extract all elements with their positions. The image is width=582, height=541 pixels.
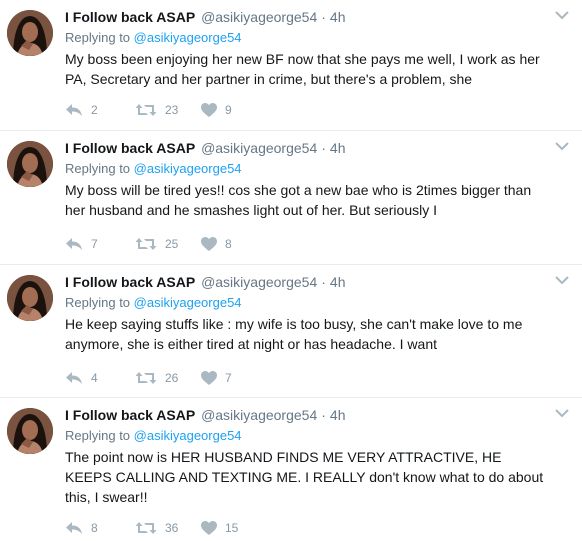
tweet[interactable]: I Follow back ASAP @asikiyageorge54 · 4h R… — [0, 0, 582, 131]
reply-count: 8 — [91, 521, 98, 535]
user-handle[interactable]: @asikiyageorge54 — [201, 407, 317, 423]
heart-icon — [201, 103, 217, 117]
avatar[interactable] — [7, 408, 53, 454]
chevron-down-icon[interactable] — [555, 142, 569, 151]
display-name[interactable]: I Follow back ASAP — [65, 407, 195, 423]
like-count: 9 — [225, 103, 232, 117]
retweet-button[interactable]: 25 — [135, 237, 201, 251]
retweet-button[interactable]: 36 — [135, 521, 201, 535]
avatar[interactable] — [7, 275, 53, 321]
retweet-icon — [135, 104, 157, 116]
chevron-down-icon[interactable] — [555, 11, 569, 20]
avatar-image — [7, 10, 53, 56]
like-count: 8 — [225, 237, 232, 251]
mention-link[interactable]: @asikiyageorge54 — [134, 30, 242, 45]
avatar[interactable] — [7, 10, 53, 56]
reply-count: 2 — [91, 103, 98, 117]
avatar-image — [7, 408, 53, 454]
replying-to-label: Replying to — [65, 30, 134, 45]
mention-link[interactable]: @asikiyageorge54 — [134, 161, 242, 176]
reply-button[interactable]: 4 — [65, 371, 135, 385]
replying-to: Replying to @asikiyageorge54 — [65, 294, 548, 312]
display-name[interactable]: I Follow back ASAP — [65, 140, 195, 156]
tweet-header: I Follow back ASAP @asikiyageorge54 · 4h — [65, 139, 548, 158]
reply-button[interactable]: 8 — [65, 521, 135, 535]
like-count: 7 — [225, 371, 232, 385]
retweet-icon — [135, 372, 157, 384]
replying-to-label: Replying to — [65, 428, 134, 443]
tweet-header: I Follow back ASAP @asikiyageorge54 · 4h — [65, 8, 548, 27]
retweet-icon — [135, 238, 157, 250]
tweet-text: The point now is HER HUSBAND FINDS ME VE… — [65, 449, 544, 505]
avatar[interactable] — [7, 141, 53, 187]
retweet-count: 23 — [165, 103, 179, 117]
retweet-button[interactable]: 26 — [135, 371, 201, 385]
tweet-actions: 7 25 8 — [65, 237, 271, 251]
retweet-icon — [135, 522, 157, 534]
reply-icon — [66, 238, 82, 250]
mention-link[interactable]: @asikiyageorge54 — [134, 295, 242, 310]
separator-dot: · — [321, 274, 326, 290]
timestamp[interactable]: 4h — [330, 9, 346, 25]
replying-to: Replying to @asikiyageorge54 — [65, 427, 548, 445]
tweet-header: I Follow back ASAP @asikiyageorge54 · 4h — [65, 273, 548, 292]
reply-count: 7 — [91, 237, 98, 251]
retweet-count: 25 — [165, 237, 179, 251]
reply-icon — [66, 522, 82, 534]
avatar-image — [7, 275, 53, 321]
heart-icon — [201, 521, 217, 535]
separator-dot: · — [321, 140, 326, 156]
replying-to-label: Replying to — [65, 161, 134, 176]
timestamp[interactable]: 4h — [330, 140, 346, 156]
like-button[interactable]: 8 — [201, 237, 271, 251]
tweet-actions: 4 26 7 — [65, 371, 271, 385]
heart-icon — [201, 237, 217, 251]
timestamp[interactable]: 4h — [330, 407, 346, 423]
tweet-actions: 8 36 15 — [65, 521, 271, 535]
chevron-down-icon[interactable] — [555, 409, 569, 418]
separator-dot: · — [321, 407, 326, 423]
chevron-down-icon[interactable] — [555, 276, 569, 285]
tweet-text: My boss been enjoying her new BF now tha… — [65, 51, 540, 87]
tweet-timeline: I Follow back ASAP @asikiyageorge54 · 4h R… — [0, 0, 582, 541]
like-count: 15 — [225, 521, 239, 535]
mention-link[interactable]: @asikiyageorge54 — [134, 428, 242, 443]
replying-to: Replying to @asikiyageorge54 — [65, 160, 548, 178]
tweet-header: I Follow back ASAP @asikiyageorge54 · 4h — [65, 406, 548, 425]
retweet-count: 36 — [165, 521, 179, 535]
like-button[interactable]: 15 — [201, 521, 271, 535]
tweet[interactable]: I Follow back ASAP @asikiyageorge54 · 4h R… — [0, 398, 582, 541]
heart-icon — [201, 371, 217, 385]
user-handle[interactable]: @asikiyageorge54 — [201, 140, 317, 156]
display-name[interactable]: I Follow back ASAP — [65, 9, 195, 25]
reply-icon — [66, 104, 82, 116]
user-handle[interactable]: @asikiyageorge54 — [201, 9, 317, 25]
reply-button[interactable]: 7 — [65, 237, 135, 251]
tweet-text: My boss will be tired yes!! cos she got … — [65, 182, 532, 218]
timestamp[interactable]: 4h — [330, 274, 346, 290]
tweet[interactable]: I Follow back ASAP @asikiyageorge54 · 4h R… — [0, 265, 582, 398]
tweet-text: He keep saying stuffs like : my wife is … — [65, 316, 523, 352]
retweet-button[interactable]: 23 — [135, 103, 201, 117]
tweet-actions: 2 23 9 — [65, 103, 271, 117]
reply-button[interactable]: 2 — [65, 103, 135, 117]
display-name[interactable]: I Follow back ASAP — [65, 274, 195, 290]
user-handle[interactable]: @asikiyageorge54 — [201, 274, 317, 290]
like-button[interactable]: 9 — [201, 103, 271, 117]
retweet-count: 26 — [165, 371, 179, 385]
avatar-image — [7, 141, 53, 187]
tweet[interactable]: I Follow back ASAP @asikiyageorge54 · 4h R… — [0, 131, 582, 265]
separator-dot: · — [321, 9, 326, 25]
like-button[interactable]: 7 — [201, 371, 271, 385]
replying-to-label: Replying to — [65, 295, 134, 310]
replying-to: Replying to @asikiyageorge54 — [65, 29, 548, 47]
reply-icon — [66, 372, 82, 384]
reply-count: 4 — [91, 371, 98, 385]
